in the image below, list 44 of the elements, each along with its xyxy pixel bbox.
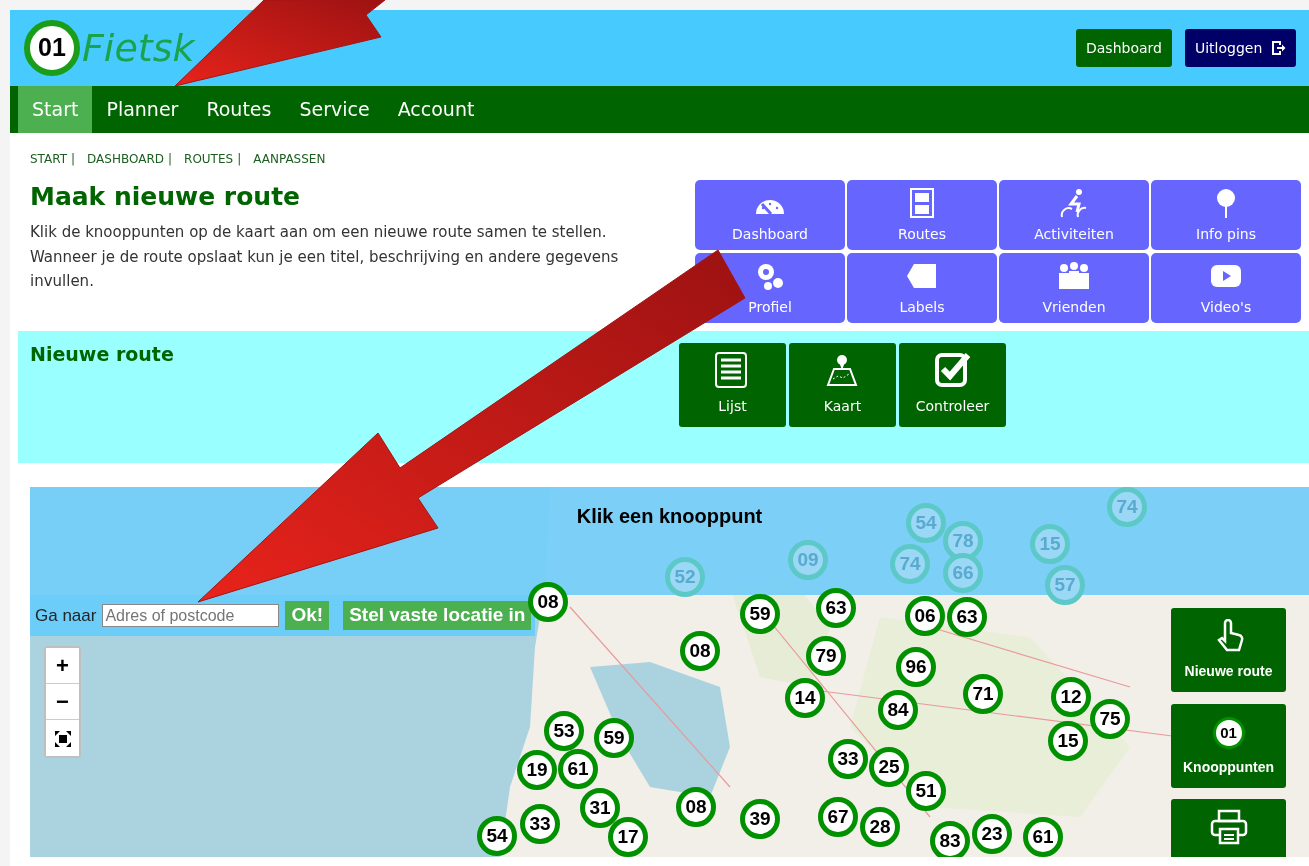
address-input-field[interactable]: Adres of postcode xyxy=(102,604,280,627)
menu-tile[interactable]: Vrienden xyxy=(999,253,1149,323)
menu-tile[interactable]: Routes xyxy=(847,180,997,250)
logout-icon xyxy=(1270,40,1287,56)
menu-tile[interactable]: Activiteiten xyxy=(999,180,1149,250)
zoom-in-button[interactable]: + xyxy=(46,648,79,684)
new-route-button[interactable]: Nieuwe route xyxy=(1171,608,1286,692)
people-icon xyxy=(1056,261,1092,291)
breadcrumb-link[interactable]: DASHBOARD xyxy=(87,150,164,168)
search-label: Ga naar xyxy=(35,604,97,627)
logo-text: Fietsk xyxy=(82,24,195,72)
page-title: Maak nieuwe route xyxy=(30,182,302,212)
printer-icon xyxy=(1209,809,1248,845)
nodes-button[interactable]: 01 Knooppunten xyxy=(1171,704,1286,788)
checkbox-icon xyxy=(934,352,971,388)
breadcrumb-separator: | xyxy=(71,151,76,168)
breadcrumb-link[interactable]: START xyxy=(30,150,68,168)
breadcrumb-link[interactable]: AANPASSEN xyxy=(253,150,326,168)
breadcrumb-separator: | xyxy=(237,151,242,168)
dashboard-button[interactable]: Dashboard xyxy=(1076,29,1172,67)
cabinet-icon xyxy=(907,188,937,218)
cyclist-icon xyxy=(1059,188,1089,218)
logo-badge: 01 xyxy=(24,20,80,76)
nav-link-item[interactable]: Service xyxy=(285,86,384,133)
logout-button[interactable]: Uitloggen xyxy=(1184,29,1297,67)
tag-icon xyxy=(906,261,938,291)
panel-button[interactable]: Lijst xyxy=(679,343,786,427)
menu-tile[interactable]: Info pins xyxy=(1151,180,1301,250)
intro-text: Klik de knooppunten op de kaart aan om een nieuwe route samen te stellen. Wanneer je de route opslaat kun je een titel, beschrijving en andere gegevens invullen. xyxy=(30,222,620,292)
panel-button[interactable]: Controleer xyxy=(899,343,1006,427)
panel-title: Nieuwe route xyxy=(30,343,175,367)
map-title: Klik een knooppunt xyxy=(576,504,763,527)
panel-button[interactable]: Kaart xyxy=(789,343,896,427)
breadcrumb-link[interactable]: ROUTES xyxy=(184,150,234,168)
menu-tile[interactable]: Dashboard xyxy=(695,180,845,250)
fullscreen-icon xyxy=(53,730,72,749)
nav-link-item[interactable]: Routes xyxy=(192,86,286,133)
nav-link-item[interactable]: Account xyxy=(383,86,489,133)
menu-tile[interactable]: Video's xyxy=(1151,253,1301,323)
print-button[interactable] xyxy=(1171,799,1286,857)
nav-link-item[interactable]: Planner xyxy=(92,86,193,133)
menu-tile[interactable]: Labels xyxy=(847,253,997,323)
node-badge: 01 xyxy=(1212,717,1245,749)
breadcrumb-separator: | xyxy=(168,151,173,168)
